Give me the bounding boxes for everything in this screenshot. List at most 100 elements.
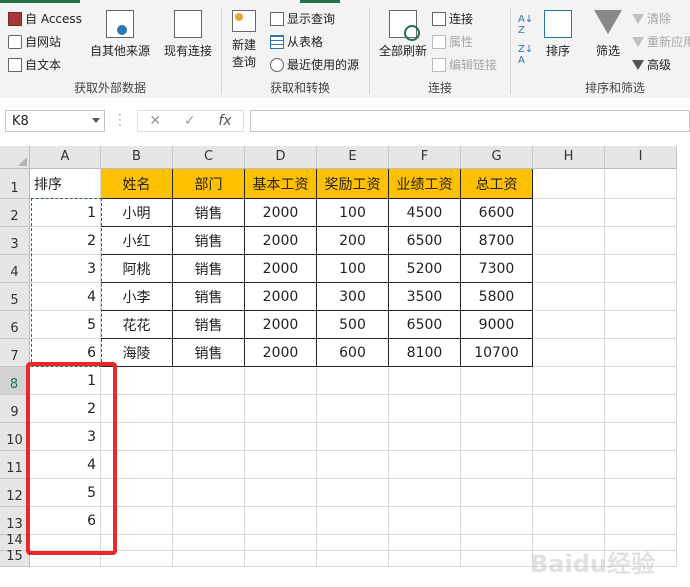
cell[interactable] bbox=[533, 339, 605, 367]
cell[interactable] bbox=[389, 423, 461, 451]
column-header-i[interactable]: I bbox=[605, 146, 677, 169]
table-cell[interactable]: 销售 bbox=[173, 255, 245, 283]
cell[interactable] bbox=[101, 395, 173, 423]
cell[interactable] bbox=[461, 423, 533, 451]
cell[interactable] bbox=[605, 311, 677, 339]
cell[interactable] bbox=[605, 339, 677, 367]
table-cell[interactable]: 500 bbox=[317, 311, 389, 339]
cell[interactable] bbox=[461, 367, 533, 395]
cell[interactable] bbox=[245, 423, 317, 451]
cell[interactable] bbox=[173, 507, 245, 535]
recent-sources-button[interactable]: 最近使用的源 bbox=[270, 56, 359, 73]
cell[interactable] bbox=[173, 395, 245, 423]
cell[interactable] bbox=[30, 535, 101, 551]
cell[interactable] bbox=[389, 551, 461, 567]
row-header-10[interactable]: 10 bbox=[0, 423, 30, 451]
cell[interactable] bbox=[533, 507, 605, 535]
cell[interactable] bbox=[389, 367, 461, 395]
row-header-3[interactable]: 3 bbox=[0, 227, 30, 255]
cell[interactable] bbox=[533, 367, 605, 395]
cell[interactable] bbox=[605, 395, 677, 423]
pasted-cell[interactable]: 6 bbox=[30, 507, 101, 535]
edit-links-button[interactable]: 编辑链接 bbox=[432, 56, 497, 73]
cell[interactable] bbox=[533, 423, 605, 451]
sort-za-button[interactable]: Z↓ A bbox=[518, 44, 533, 66]
cell[interactable] bbox=[245, 507, 317, 535]
column-header-h[interactable]: H bbox=[533, 146, 605, 169]
header-cell[interactable]: 总工资 bbox=[461, 169, 533, 199]
enter-icon[interactable]: ✓ bbox=[184, 113, 196, 129]
table-cell[interactable]: 1 bbox=[30, 199, 101, 227]
cell[interactable] bbox=[317, 507, 389, 535]
from-web-button[interactable]: 自网站 bbox=[8, 33, 61, 50]
pasted-cell[interactable]: 4 bbox=[30, 451, 101, 479]
row-header-9[interactable]: 9 bbox=[0, 395, 30, 423]
cell[interactable] bbox=[173, 367, 245, 395]
cell[interactable] bbox=[605, 255, 677, 283]
cell[interactable] bbox=[317, 451, 389, 479]
from-text-button[interactable]: 自文本 bbox=[8, 56, 61, 73]
cell[interactable] bbox=[461, 479, 533, 507]
name-box[interactable]: K8 bbox=[5, 110, 105, 132]
table-cell[interactable]: 销售 bbox=[173, 283, 245, 311]
table-cell[interactable]: 海陵 bbox=[101, 339, 173, 367]
table-cell[interactable]: 7300 bbox=[461, 255, 533, 283]
cell[interactable] bbox=[605, 451, 677, 479]
cell[interactable] bbox=[245, 367, 317, 395]
cell[interactable] bbox=[101, 451, 173, 479]
table-cell[interactable]: 8700 bbox=[461, 227, 533, 255]
cell[interactable] bbox=[245, 551, 317, 567]
cell[interactable] bbox=[101, 507, 173, 535]
cell[interactable] bbox=[461, 451, 533, 479]
row-header-7[interactable]: 7 bbox=[0, 339, 30, 367]
cell[interactable] bbox=[533, 169, 605, 199]
cell[interactable] bbox=[533, 451, 605, 479]
column-header-b[interactable]: B bbox=[101, 146, 173, 169]
cell[interactable] bbox=[533, 311, 605, 339]
column-header-c[interactable]: C bbox=[173, 146, 245, 169]
cell[interactable] bbox=[101, 423, 173, 451]
cell[interactable] bbox=[461, 395, 533, 423]
sort-button[interactable]: 排序 bbox=[540, 10, 576, 59]
row-header-5[interactable]: 5 bbox=[0, 283, 30, 311]
table-cell[interactable]: 5 bbox=[30, 311, 101, 339]
pasted-cell[interactable]: 2 bbox=[30, 395, 101, 423]
row-header-15[interactable]: 15 bbox=[0, 549, 30, 567]
table-cell[interactable]: 6600 bbox=[461, 199, 533, 227]
cell[interactable] bbox=[30, 551, 101, 567]
cell[interactable] bbox=[317, 479, 389, 507]
cell[interactable] bbox=[533, 395, 605, 423]
table-cell[interactable]: 销售 bbox=[173, 339, 245, 367]
table-cell[interactable]: 2000 bbox=[245, 283, 317, 311]
insert-function-icon[interactable]: fx bbox=[218, 113, 231, 129]
header-cell[interactable]: 业绩工资 bbox=[389, 169, 461, 199]
formula-input[interactable] bbox=[250, 110, 690, 132]
existing-connections-button[interactable]: 现有连接 bbox=[160, 10, 216, 59]
select-all-button[interactable] bbox=[0, 146, 30, 169]
from-access-button[interactable]: 自 Access bbox=[8, 10, 82, 27]
cancel-icon[interactable]: ✕ bbox=[149, 113, 161, 129]
cell[interactable] bbox=[101, 551, 173, 567]
table-cell[interactable]: 阿桃 bbox=[101, 255, 173, 283]
table-cell[interactable]: 销售 bbox=[173, 199, 245, 227]
table-cell[interactable]: 10700 bbox=[461, 339, 533, 367]
cell[interactable] bbox=[533, 479, 605, 507]
table-cell[interactable]: 6500 bbox=[389, 227, 461, 255]
cell[interactable] bbox=[101, 367, 173, 395]
cell[interactable] bbox=[605, 479, 677, 507]
cell[interactable] bbox=[317, 367, 389, 395]
table-cell[interactable]: 6 bbox=[30, 339, 101, 367]
row-header-4[interactable]: 4 bbox=[0, 255, 30, 283]
sort-az-button[interactable]: A↓ Z bbox=[518, 14, 533, 36]
column-header-e[interactable]: E bbox=[317, 146, 389, 169]
table-cell[interactable]: 小红 bbox=[101, 227, 173, 255]
cell[interactable] bbox=[533, 283, 605, 311]
table-cell[interactable]: 小李 bbox=[101, 283, 173, 311]
cell[interactable] bbox=[389, 395, 461, 423]
header-cell[interactable]: 奖励工资 bbox=[317, 169, 389, 199]
cell[interactable] bbox=[605, 199, 677, 227]
table-cell[interactable]: 2000 bbox=[245, 255, 317, 283]
cell[interactable] bbox=[101, 535, 173, 551]
pasted-cell[interactable]: 3 bbox=[30, 423, 101, 451]
cell[interactable] bbox=[605, 423, 677, 451]
